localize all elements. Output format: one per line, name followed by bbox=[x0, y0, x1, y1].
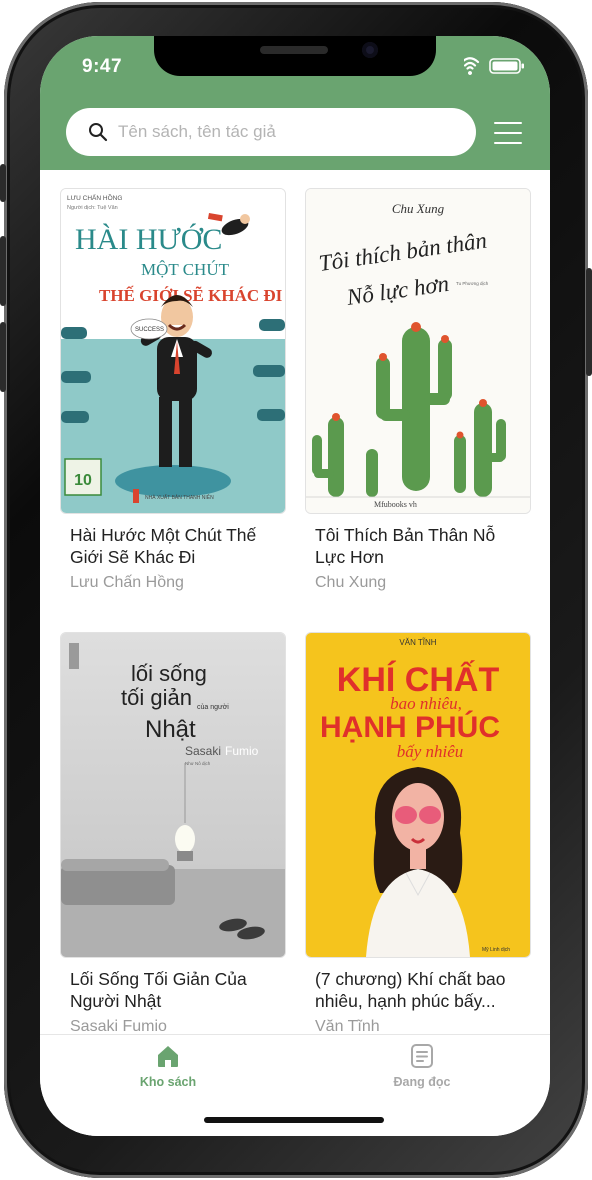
document-icon bbox=[411, 1044, 433, 1068]
app-screen: 9:47 Tên sách, tên tác giả LƯU CHẤN HỒNG… bbox=[40, 36, 550, 1136]
svg-text:Fumio: Fumio bbox=[225, 744, 259, 758]
svg-text:HÀI HƯỚC: HÀI HƯỚC bbox=[75, 223, 222, 256]
book-cover[interactable]: VĂN TĨNH KHÍ CHẤT bao nhiêu, HẠNH PHÚC b… bbox=[305, 632, 531, 958]
tab-label: Đang đọc bbox=[393, 1075, 451, 1089]
status-time: 9:47 bbox=[82, 56, 123, 77]
svg-text:Mfubooks vh: Mfubooks vh bbox=[374, 500, 417, 509]
special-edition-badge: 10 bbox=[64, 458, 102, 496]
status-icons bbox=[464, 57, 524, 75]
book-cover[interactable]: LƯU CHẤN HỒNG Người dịch: Tuệ Văn HÀI HƯ… bbox=[60, 188, 286, 514]
book-author: Sasaki Fumio bbox=[70, 1018, 167, 1034]
book-title: Hài Hước Một Chút Thế Giới Sẽ Khác Đi bbox=[70, 525, 257, 567]
tab-kho-sach[interactable]: Kho sách bbox=[88, 1043, 248, 1099]
svg-text:của người: của người bbox=[197, 703, 229, 711]
svg-text:HẠNH PHÚC: HẠNH PHÚC bbox=[320, 710, 500, 744]
book-title: (7 chương) Khí chất bao nhiêu, hạnh phúc… bbox=[315, 969, 506, 1011]
svg-text:SUCCESS: SUCCESS bbox=[135, 327, 164, 333]
svg-text:tối giản: tối giản bbox=[121, 685, 192, 710]
tab-dang-doc[interactable]: Đang đọc bbox=[342, 1043, 502, 1099]
book-cover[interactable]: lối sống tối giản của người Nhật Sasaki … bbox=[60, 632, 286, 958]
home-icon bbox=[158, 1046, 178, 1067]
search-input[interactable] bbox=[118, 108, 458, 156]
book-cover-art: VĂN TĨNH KHÍ CHẤT bao nhiêu, HẠNH PHÚC b… bbox=[306, 633, 530, 957]
book-author: Lưu Chấn Hồng bbox=[70, 574, 184, 591]
svg-text:Nhật: Nhật bbox=[145, 716, 196, 743]
svg-text:lối sống: lối sống bbox=[131, 661, 207, 686]
book-cover-art: Chu Xung Tôi thích bản thân Nỗ lực hơn T… bbox=[306, 189, 530, 513]
svg-text:Sasaki: Sasaki bbox=[185, 744, 221, 758]
search-icon bbox=[89, 123, 108, 142]
volume-down-button bbox=[0, 322, 6, 392]
wifi-icon bbox=[464, 57, 480, 75]
book-title: Lối Sống Tối Giản Của Người Nhật bbox=[70, 969, 247, 1011]
svg-text:Mỹ Linh dịch: Mỹ Linh dịch bbox=[482, 947, 510, 953]
book-cover[interactable]: Chu Xung Tôi thích bản thân Nỗ lực hơn T… bbox=[305, 188, 531, 514]
speaker-grille bbox=[260, 46, 328, 54]
battery-icon bbox=[489, 58, 524, 74]
svg-text:Tu Phương dịch: Tu Phương dịch bbox=[456, 281, 489, 286]
woman-illustration bbox=[366, 767, 470, 957]
book-author: Chu Xung bbox=[315, 574, 387, 591]
book-title: Tôi Thích Bản Thân Nỗ Lực Hơn bbox=[315, 525, 496, 567]
tab-label: Kho sách bbox=[139, 1075, 197, 1089]
power-button bbox=[586, 268, 592, 376]
svg-text:NHÀ XUẤT BẢN THANH NIÊN: NHÀ XUẤT BẢN THANH NIÊN bbox=[145, 493, 214, 501]
svg-text:Chu Xung: Chu Xung bbox=[392, 201, 445, 216]
svg-text:bấy nhiêu: bấy nhiêu bbox=[397, 742, 464, 761]
bed-illustration bbox=[61, 859, 175, 905]
svg-text:10: 10 bbox=[74, 472, 92, 489]
mute-switch bbox=[0, 164, 6, 202]
home-indicator[interactable] bbox=[204, 1117, 384, 1123]
notch bbox=[154, 36, 436, 76]
book-cover-art: lối sống tối giản của người Nhật Sasaki … bbox=[61, 633, 285, 957]
bottom-tab-bar: Kho sách Đang đọc bbox=[40, 1034, 550, 1136]
svg-text:THẾ GIỚI SẼ KHÁC ĐI: THẾ GIỚI SẼ KHÁC ĐI bbox=[99, 286, 283, 305]
book-grid[interactable]: LƯU CHẤN HỒNG Người dịch: Tuệ Văn HÀI HƯ… bbox=[40, 170, 550, 1034]
menu-button[interactable] bbox=[492, 120, 524, 146]
book-author: Văn Tĩnh bbox=[315, 1018, 380, 1034]
svg-text:MỘT CHÚT: MỘT CHÚT bbox=[141, 260, 230, 279]
svg-text:Người dịch: Tuệ Văn: Người dịch: Tuệ Văn bbox=[67, 205, 118, 211]
front-camera bbox=[362, 42, 378, 58]
svg-text:VĂN TĨNH: VĂN TĨNH bbox=[399, 638, 436, 647]
book-cover-art: LƯU CHẤN HỒNG Người dịch: Tuệ Văn HÀI HƯ… bbox=[61, 189, 285, 513]
success-speech-bubble: SUCCESS bbox=[130, 318, 168, 340]
volume-up-button bbox=[0, 236, 6, 306]
svg-text:Như Nô dịch: Như Nô dịch bbox=[185, 761, 211, 766]
search-bar[interactable] bbox=[66, 108, 476, 156]
